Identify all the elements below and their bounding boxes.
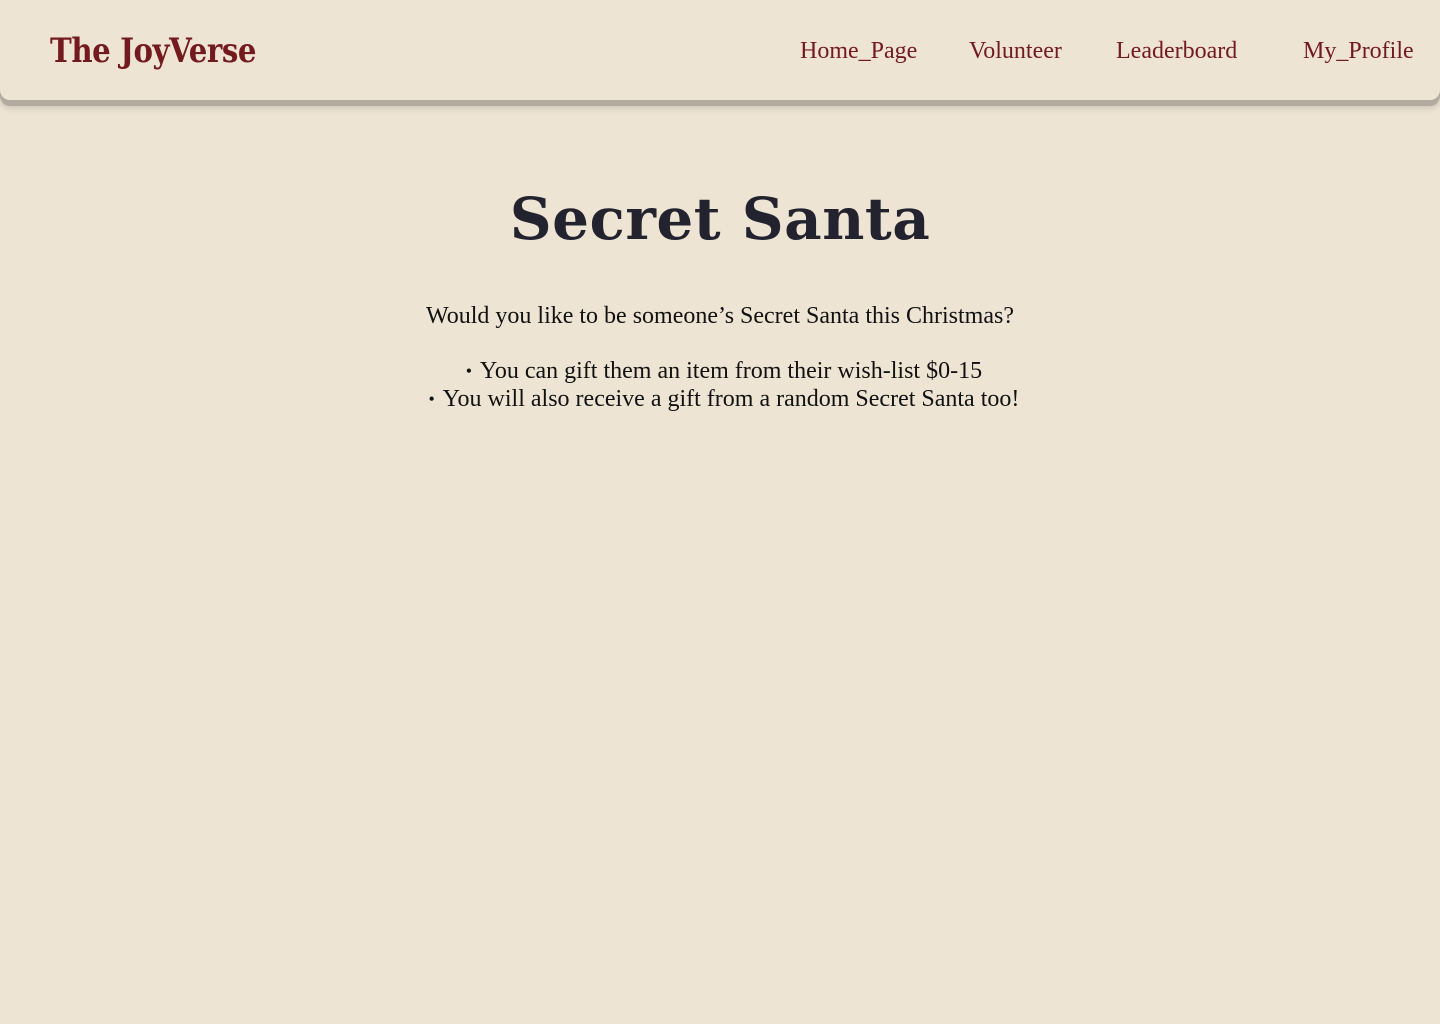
nav-link-home-page[interactable]: Home_Page — [800, 34, 917, 68]
brand-logo[interactable]: The JoyVerse — [50, 26, 256, 76]
top-nav-bar: The JoyVerse Home_Page Volunteer Leaderb… — [0, 0, 1440, 100]
list-item: • You can gift them an item from their wi… — [0, 357, 1440, 385]
intro-text: Would you like to be someone’s Secret Sa… — [426, 303, 1014, 329]
nav-link-volunteer[interactable]: Volunteer — [969, 34, 1062, 68]
nav-link-my-profile[interactable]: My_Profile — [1303, 34, 1414, 68]
bullet-icon: • — [428, 389, 435, 409]
list-item-text: You will also receive a gift from a rand… — [442, 386, 1020, 412]
page-title: Secret Santa — [509, 185, 931, 253]
bullet-icon: • — [465, 361, 473, 381]
nav-link-leaderboard[interactable]: Leaderboard — [1116, 34, 1237, 68]
list-item-text: You can gift them an item from their wis… — [479, 358, 983, 384]
list-item: • You will also receive a gift from a ran… — [0, 385, 1440, 413]
info-list: • You can gift them an item from their wi… — [0, 357, 1440, 413]
